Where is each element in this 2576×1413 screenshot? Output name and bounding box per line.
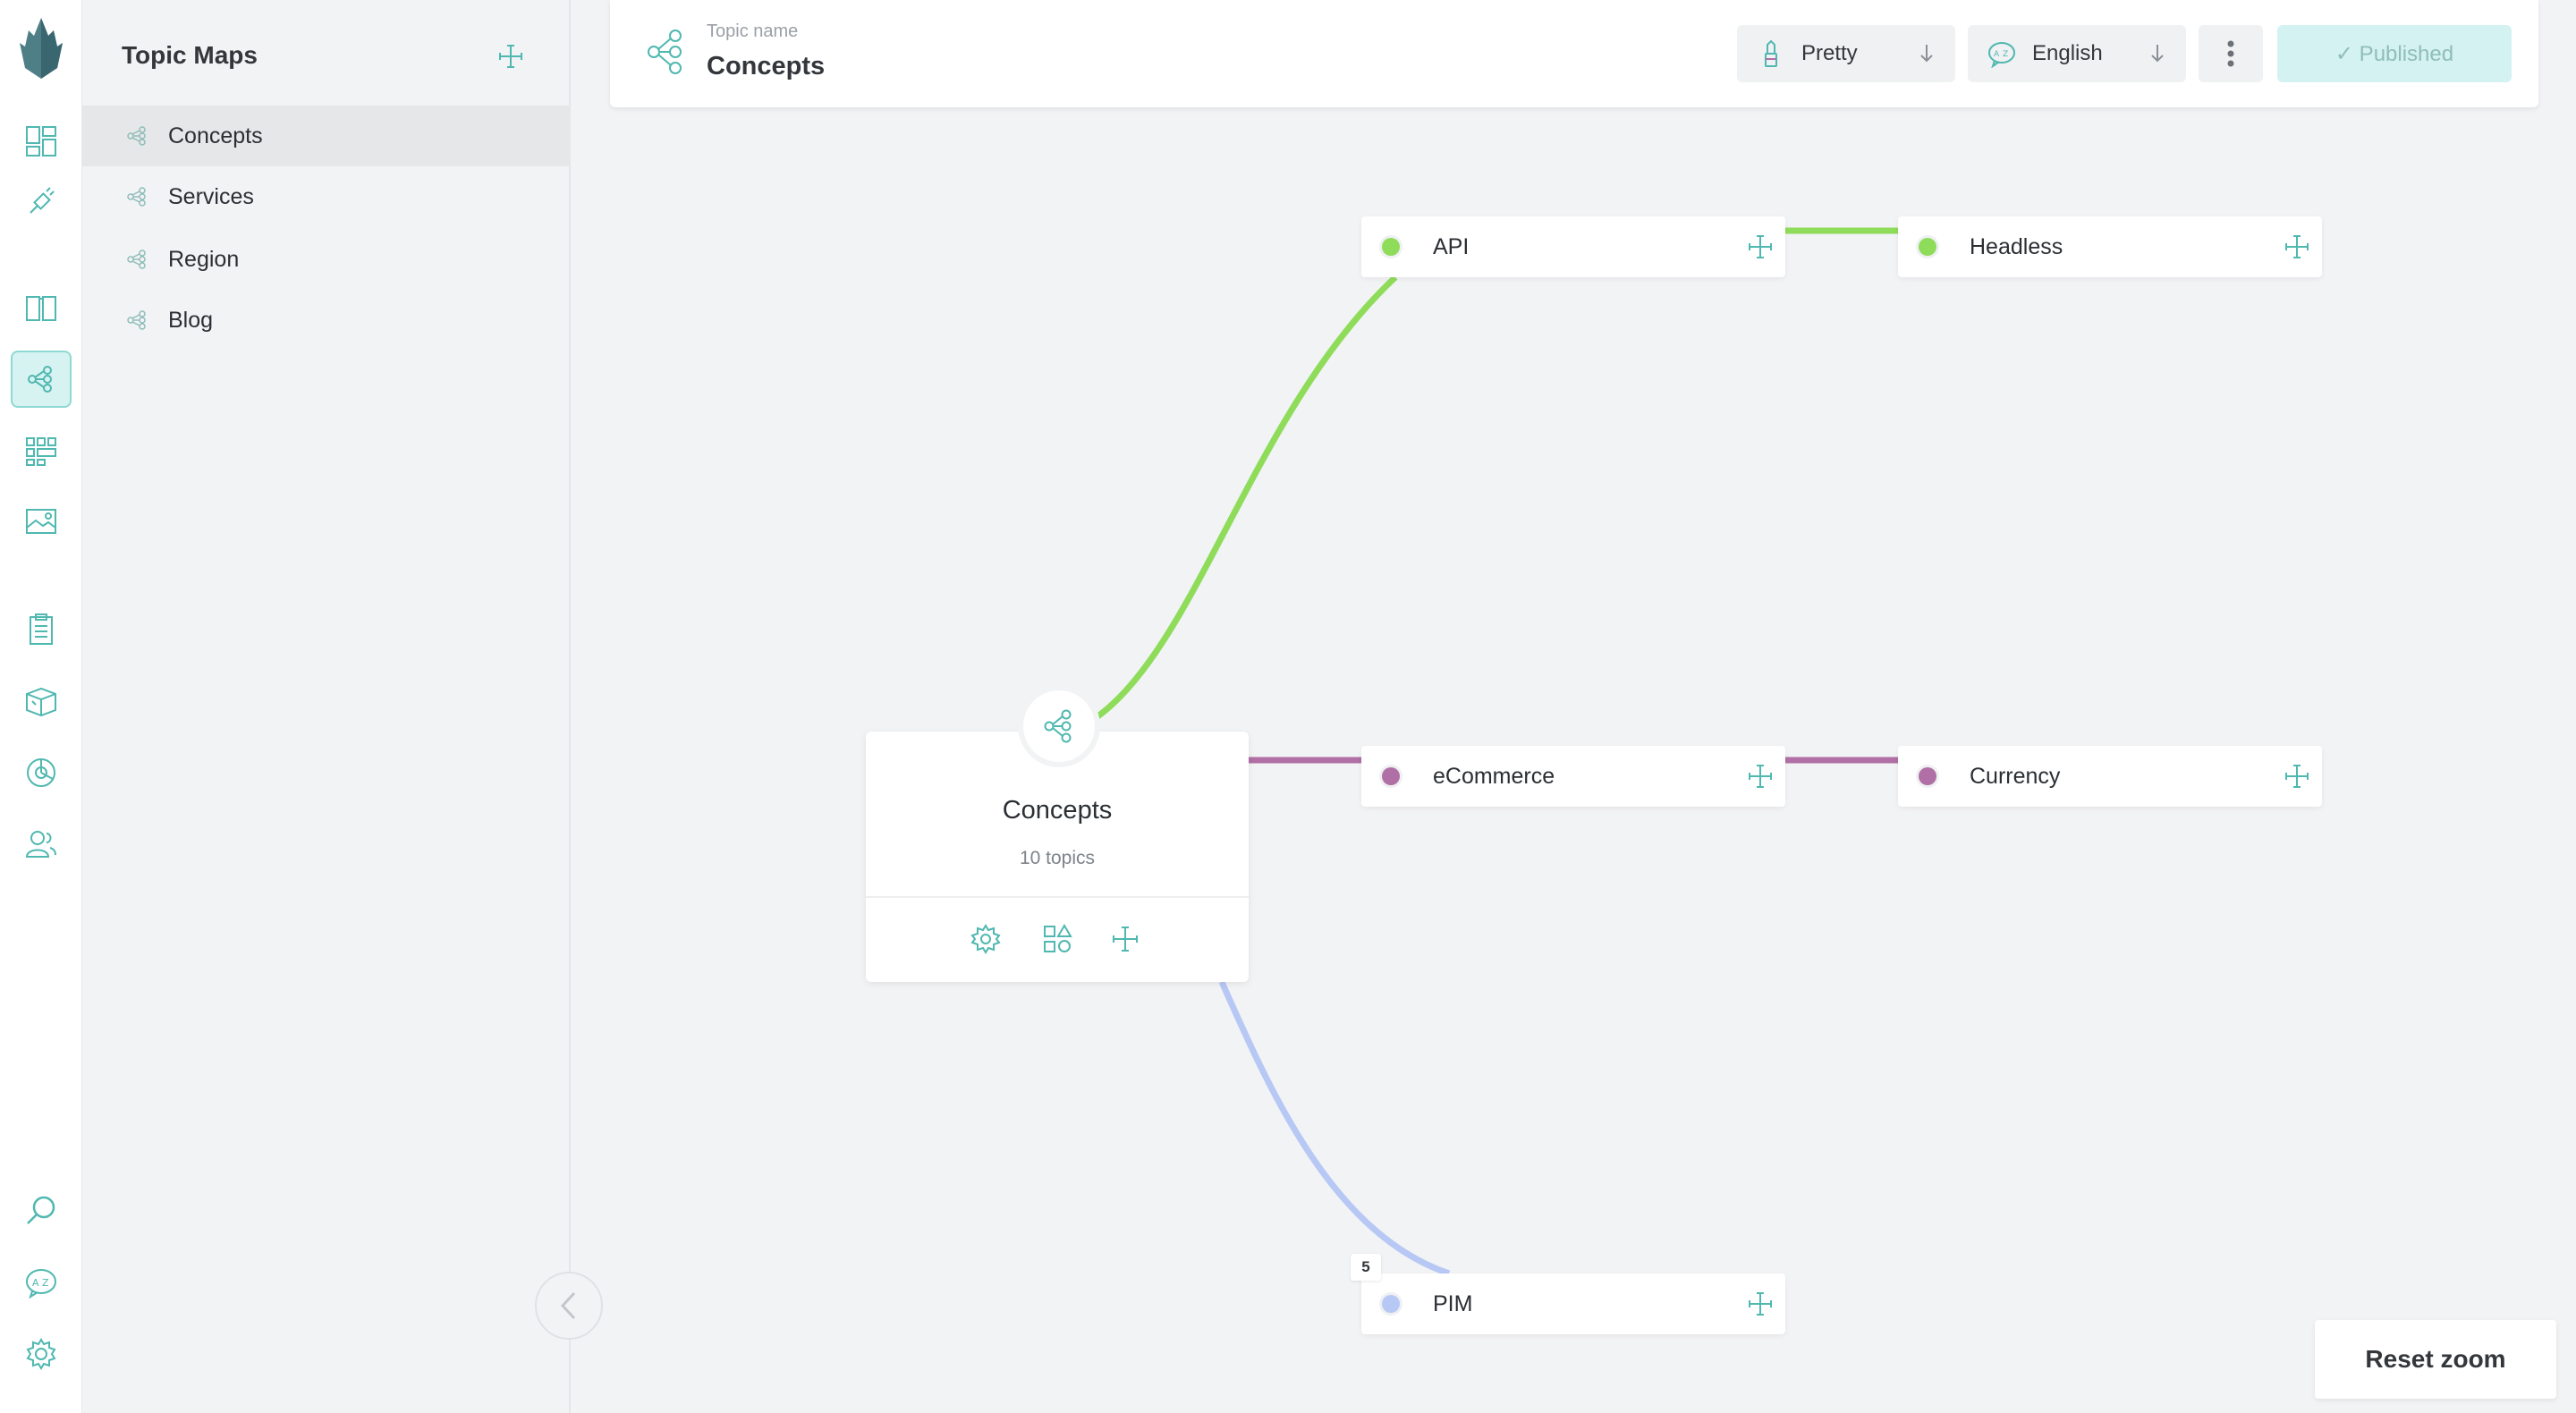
pim-count-badge: 5 (1351, 1254, 1381, 1281)
topic-color-dot (1379, 1292, 1402, 1316)
color-indicator (1919, 238, 1936, 256)
topic-map-icon (1044, 709, 1072, 743)
topic-color-dot (1379, 235, 1402, 258)
add-child-icon[interactable] (2284, 764, 2309, 789)
topic-node-api[interactable]: API (1361, 216, 1785, 277)
root-topic-icon (1023, 690, 1095, 762)
add-child-icon[interactable] (1748, 234, 1773, 259)
topic-node-pim[interactable]: PIM (1361, 1273, 1785, 1334)
edge-concepts-api (1094, 275, 1398, 720)
topic-color-dot (1379, 765, 1402, 788)
divider (866, 896, 1249, 898)
root-topic-card[interactable]: Concepts 10 topics (866, 732, 1249, 982)
topic-node-currency[interactable]: Currency (1898, 746, 2322, 807)
topic-node-label: PIM (1433, 1291, 1473, 1316)
reset-zoom-button[interactable]: Reset zoom (2315, 1320, 2556, 1399)
color-indicator (1382, 238, 1400, 256)
topic-node-ecommerce[interactable]: eCommerce (1361, 746, 1785, 807)
add-child-icon[interactable] (1109, 923, 1141, 955)
topic-node-label: Currency (1970, 764, 2061, 789)
color-indicator (1919, 767, 1936, 785)
root-topic-title: Concepts (1002, 796, 1113, 825)
topic-connections (1094, 227, 1898, 1277)
add-child-icon[interactable] (1748, 1291, 1773, 1316)
topic-node-label: Headless (1970, 234, 2063, 259)
add-child-icon[interactable] (2284, 234, 2309, 259)
topic-color-dot (1916, 765, 1939, 788)
root-topic-count: 10 topics (1019, 848, 1096, 868)
topic-node-label: eCommerce (1433, 764, 1555, 789)
topic-color-dot (1916, 235, 1939, 258)
topic-node-label: API (1433, 234, 1470, 259)
shapes-layout-icon[interactable] (1041, 923, 1073, 955)
edge-concepts-pim (1218, 980, 1451, 1277)
color-indicator (1382, 767, 1400, 785)
settings-gear-icon[interactable] (970, 923, 1002, 955)
add-child-icon[interactable] (1748, 764, 1773, 789)
topic-node-headless[interactable]: Headless (1898, 216, 2322, 277)
color-indicator (1382, 1295, 1400, 1313)
